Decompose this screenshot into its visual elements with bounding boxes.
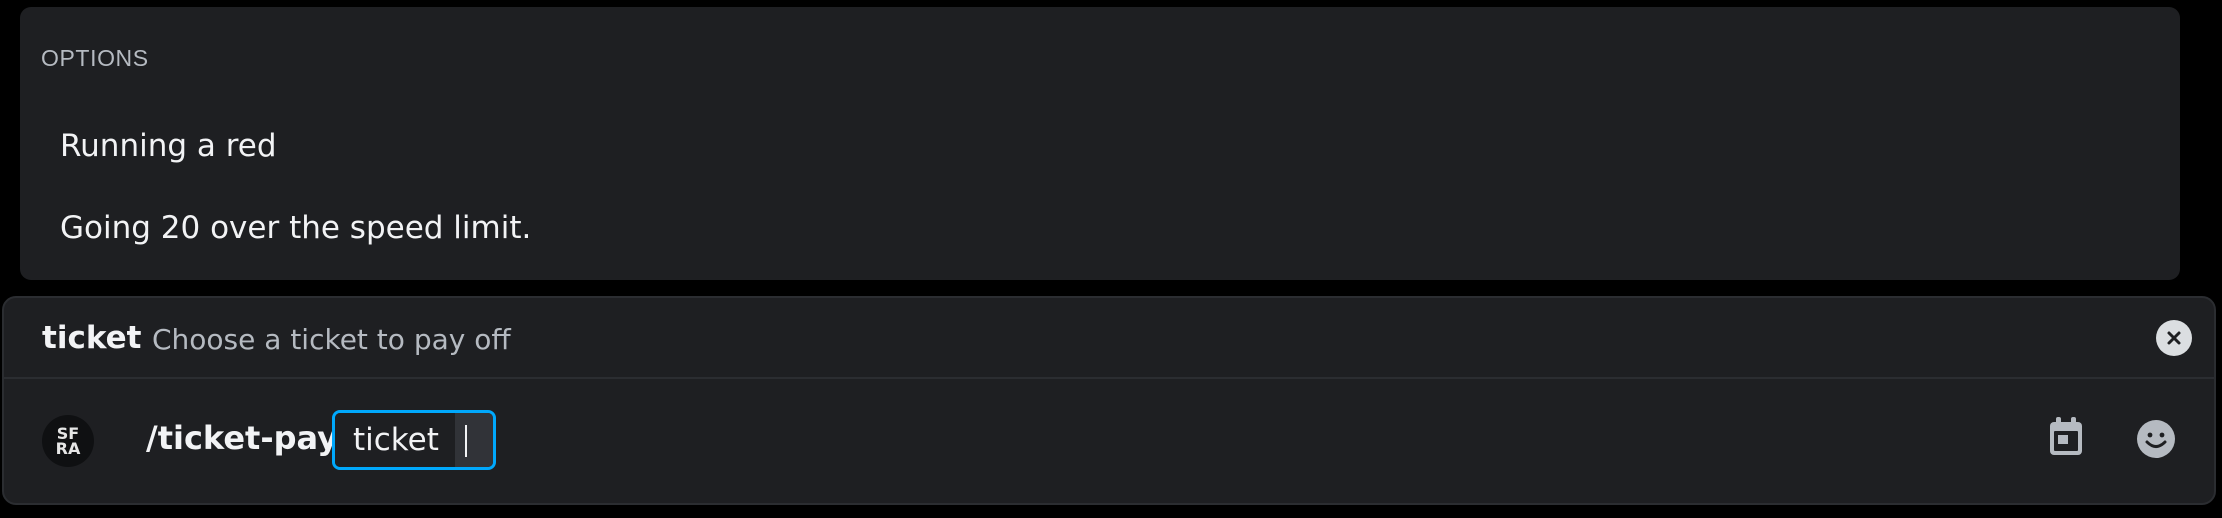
option-item-speeding[interactable]: Going 20 over the speed limit.: [42, 193, 2152, 263]
options-header: OPTIONS: [41, 45, 149, 71]
emoji-glyph: [2137, 420, 2175, 458]
option-item-label: Going 20 over the speed limit.: [60, 210, 532, 246]
command-option-label: ticket: [335, 413, 455, 467]
calendar-icon[interactable]: [2044, 415, 2088, 459]
command-option-pill[interactable]: ticket: [332, 410, 496, 470]
close-icon[interactable]: [2156, 320, 2192, 356]
options-autocomplete-panel: OPTIONS Running a red Going 20 over the …: [20, 7, 2180, 280]
emoji-smile-icon[interactable]: [2134, 417, 2178, 461]
text-caret: [465, 425, 467, 457]
close-glyph: [2167, 331, 2181, 345]
option-name: ticket: [42, 320, 142, 356]
option-description: Choose a ticket to pay off: [152, 323, 511, 356]
command-option-value-input[interactable]: [455, 413, 493, 467]
calendar-glyph: [2050, 417, 2082, 455]
slash-command-composer: ticket Choose a ticket to pay off SF RA …: [2, 296, 2216, 505]
option-item-running-a-red[interactable]: Running a red: [42, 111, 2152, 181]
app-avatar[interactable]: SF RA: [42, 415, 94, 467]
option-item-label: Running a red: [60, 128, 277, 164]
command-input-row: SF RA /ticket-pay ticket: [4, 379, 2214, 503]
app-avatar-text: SF RA: [55, 424, 81, 458]
slash-command-name: /ticket-pay: [146, 419, 338, 457]
option-description-bar: ticket Choose a ticket to pay off: [4, 298, 2214, 379]
